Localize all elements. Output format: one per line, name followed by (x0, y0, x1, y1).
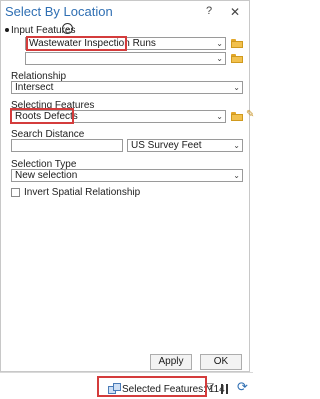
highlight-input-features (26, 36, 127, 51)
required-dot-icon (5, 28, 9, 33)
distance-unit-value: US Survey Feet (131, 140, 202, 151)
chevron-down-icon: ⌄ (233, 171, 240, 180)
help-icon[interactable]: ? (206, 5, 212, 17)
selection-type-value: New selection (15, 170, 78, 181)
ok-button[interactable]: OK (200, 354, 242, 370)
pause-icon[interactable] (221, 384, 229, 394)
relationship-value: Intersect (15, 82, 54, 93)
edit-pencil-icon[interactable]: ✎ (246, 109, 254, 120)
highlight-selecting-features (10, 108, 74, 124)
highlight-selected-features (97, 376, 207, 397)
expand-input-chevron-icon[interactable]: ⌄ (62, 23, 73, 34)
select-by-location-dialog: Select By Location ? ✕ Input Features ⌄ … (0, 0, 254, 372)
browse-folder-icon[interactable] (231, 39, 243, 48)
dialog-title: Select By Location (5, 4, 113, 19)
input-features-second-dropdown[interactable]: ⌄ (25, 52, 226, 65)
distance-unit-dropdown[interactable]: US Survey Feet ⌄ (127, 139, 243, 152)
title-bar: Select By Location ? ✕ (1, 1, 249, 23)
refresh-icon[interactable]: ⟳ (237, 379, 248, 395)
relationship-dropdown[interactable]: Intersect ⌄ (11, 81, 243, 94)
search-distance-input[interactable] (11, 139, 123, 152)
apply-button[interactable]: Apply (150, 354, 192, 370)
selection-type-dropdown[interactable]: New selection ⌄ (11, 169, 243, 182)
close-icon[interactable]: ✕ (230, 5, 240, 19)
chevron-down-icon: ⌄ (216, 54, 223, 63)
invert-label: Invert Spatial Relationship (24, 187, 141, 198)
chevron-down-icon: ⌄ (216, 112, 223, 121)
chevron-down-icon: ⌄ (233, 83, 240, 92)
invert-checkbox[interactable] (11, 188, 20, 197)
chevron-down-icon: ⌄ (216, 39, 223, 48)
browse-folder-icon[interactable] (231, 54, 243, 63)
browse-folder-icon[interactable] (231, 112, 243, 121)
chevron-down-icon: ⌄ (233, 141, 240, 150)
